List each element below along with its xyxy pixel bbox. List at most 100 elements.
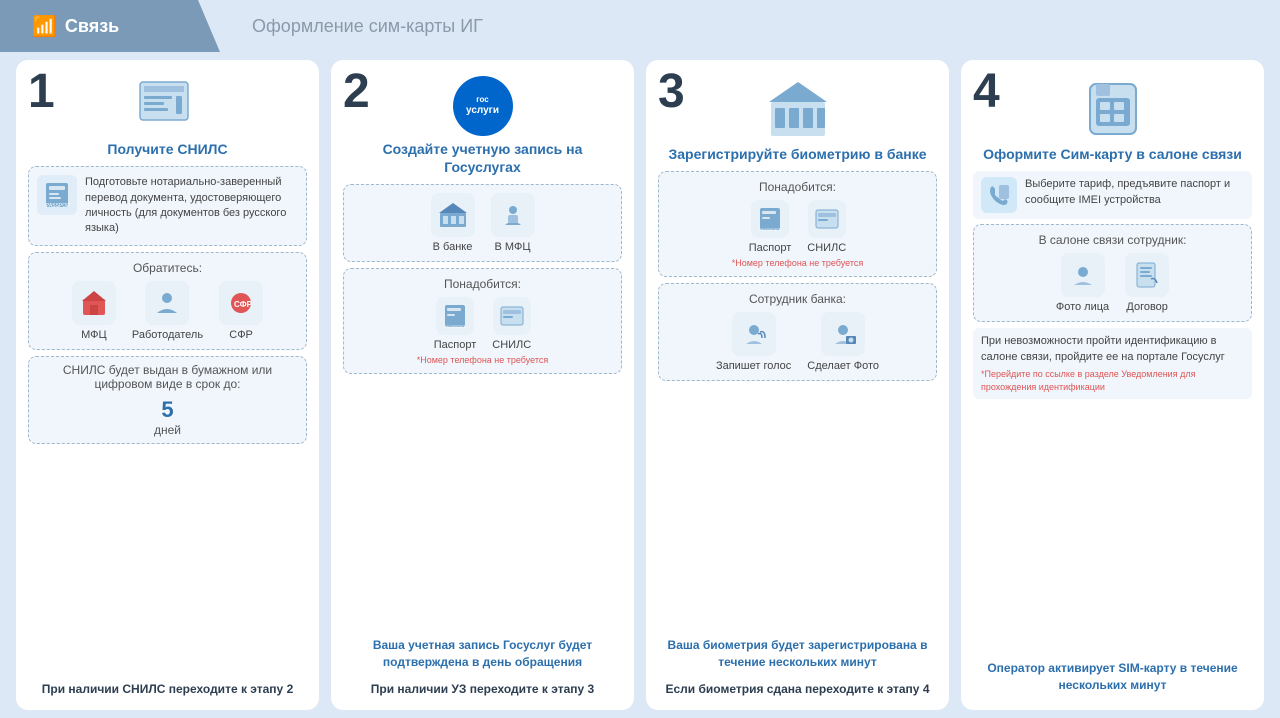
step-4-card: 4 Оформите Сим-карту в салоне связи Выбе… <box>961 60 1264 710</box>
hand-phone-icon <box>981 177 1017 213</box>
step-1-result-label: СНИЛС будет выдан в бумажном или цифрово… <box>35 363 300 391</box>
step-2-title: Создайте учетную запись на Госуслугах <box>343 140 622 176</box>
step-4-fail-section: При невозможности пройти идентификацию в… <box>973 328 1252 399</box>
step-3-need-label: Понадобится: <box>667 180 928 194</box>
step-2-card: 2 гос услуги Создайте учетную запись на … <box>331 60 634 710</box>
snils3-label: СНИЛС <box>807 242 846 254</box>
passport-icon: PASSPORT <box>37 175 77 215</box>
step-1-card: 1 Получите СНИЛС PASSPORT Подготовьте но… <box>16 60 319 710</box>
header: 📶 Связь Оформление сим-карты ИГ <box>0 0 1280 52</box>
step-3-card: 3 Зарегистрируйте биометрию в банке Пона… <box>646 60 949 710</box>
employer-label: Работодатель <box>132 329 203 341</box>
tab-svyaz[interactable]: 📶 Связь <box>0 0 220 52</box>
svg-text:PASSPORT: PASSPORT <box>444 324 466 329</box>
sfr-icon: СФР <box>219 281 263 325</box>
step-1-number: 1 <box>28 68 55 116</box>
snils-icon <box>132 76 204 136</box>
step-3-worker-label: Сотрудник банка: <box>667 292 928 306</box>
photo-icon <box>821 312 865 356</box>
doc-passport-3: PASSPORT Паспорт <box>749 200 792 254</box>
svg-text:PASSPORT: PASSPORT <box>759 227 781 232</box>
step-2-places-row: В банке В МФЦ <box>352 193 613 253</box>
main-content: 1 Получите СНИЛС PASSPORT Подготовьте но… <box>0 52 1280 718</box>
step-1-icon-area <box>28 76 307 136</box>
step-2-need-label: Понадобится: <box>352 277 613 291</box>
action-photo: Сделает Фото <box>807 312 879 372</box>
mfc2-label: В МФЦ <box>495 241 531 253</box>
step-4-title: Оформите Сим-карту в салоне связи <box>973 145 1252 163</box>
contact-sfr: СФР СФР <box>219 281 263 341</box>
voice-icon <box>732 312 776 356</box>
mfc-label: МФЦ <box>81 329 107 341</box>
step-1-footer: При наличии СНИЛС переходите к этапу 2 <box>28 676 307 698</box>
face-label: Фото лица <box>1056 301 1109 313</box>
snils3-icon <box>808 200 846 238</box>
step-1-contacts-section: Обратитесь: МФЦ Работодатель СФР <box>28 252 307 350</box>
sim-icon <box>1080 76 1145 141</box>
bank-large-icon <box>765 76 830 141</box>
employer-icon <box>145 281 189 325</box>
place-mfc: В МФЦ <box>491 193 535 253</box>
photo-label: Сделает Фото <box>807 360 879 372</box>
step-2-number: 2 <box>343 68 370 116</box>
step-4-instructions: Выберите тариф, предъявите паспорт и соо… <box>1025 177 1244 208</box>
passport3-label: Паспорт <box>749 242 792 254</box>
bank-building-icon <box>431 193 475 237</box>
step-1-days: 5 <box>35 397 300 423</box>
step-4-result: Оператор активирует SIM-карту в течение … <box>973 660 1252 694</box>
step-2-note: *Номер телефона не требуется <box>352 355 613 365</box>
svg-text:PASSPORT: PASSPORT <box>46 203 71 209</box>
snils2-label: СНИЛС <box>492 339 531 351</box>
action-voice: Запишет голос <box>716 312 791 372</box>
snils2-icon <box>493 297 531 335</box>
bank-label: В банке <box>433 241 473 253</box>
place-bank: В банке <box>431 193 475 253</box>
step-1-contact-label: Обратитесь: <box>37 261 298 275</box>
step-3-icon-area <box>658 76 937 141</box>
contact-employer: Работодатель <box>132 281 203 341</box>
step-4-fail-text: При невозможности пройти идентификацию в… <box>981 334 1244 365</box>
face-photo-icon <box>1061 253 1105 297</box>
salon-contract: Договор <box>1125 253 1169 313</box>
mfc-person-icon <box>491 193 535 237</box>
step-4-instructions-section: Выберите тариф, предъявите паспорт и соо… <box>973 171 1252 219</box>
step-2-docs-row: PASSPORT Паспорт СНИЛС <box>352 297 613 351</box>
tab-simcard[interactable]: Оформление сим-карты ИГ <box>220 0 515 52</box>
step-3-number: 3 <box>658 68 685 116</box>
wifi-icon: 📶 <box>32 14 57 39</box>
contract-label: Договор <box>1126 301 1168 313</box>
step-3-spacer <box>658 387 937 637</box>
passport2-label: Паспорт <box>434 339 477 351</box>
step-1-doc-section: PASSPORT Подготовьте нотариально-заверен… <box>28 166 307 246</box>
mfc-icon <box>72 281 116 325</box>
step-4-salon-row: Фото лица Договор <box>982 253 1243 313</box>
sfr-label: СФР <box>229 329 253 341</box>
step-3-worker-section: Сотрудник банка: Запишет голос Сделает Ф… <box>658 283 937 381</box>
step-3-docs-row: PASSPORT Паспорт СНИЛС <box>667 200 928 254</box>
doc-passport-2: PASSPORT Паспорт <box>434 297 477 351</box>
step-4-number: 4 <box>973 68 1000 116</box>
step-4-note: *Перейдите по ссылке в разделе Уведомлен… <box>981 368 1244 393</box>
voice-label: Запишет голос <box>716 360 791 372</box>
step-3-result: Ваша биометрия будет зарегистрирована в … <box>658 637 937 671</box>
tab-simcard-label: Оформление сим-карты ИГ <box>252 16 483 37</box>
step-2-icon-area: гос услуги <box>343 76 622 136</box>
step-3-need-section: Понадобится: PASSPORT Паспорт СНИЛС *Ном… <box>658 171 937 277</box>
passport2-icon: PASSPORT <box>436 297 474 335</box>
step-4-salon-section: В салоне связи сотрудник: Фото лица Дого… <box>973 224 1252 322</box>
step-3-actions-row: Запишет голос Сделает Фото <box>667 312 928 372</box>
step-1-days-section: СНИЛС будет выдан в бумажном или цифрово… <box>28 356 307 444</box>
step-3-title: Зарегистрируйте биометрию в банке <box>658 145 937 163</box>
step-2-result: Ваша учетная запись Госуслуг будет подтв… <box>343 637 622 671</box>
step-2-need-section: Понадобится: PASSPORT Паспорт СНИЛС *Ном… <box>343 268 622 374</box>
step-1-title: Получите СНИЛС <box>28 140 307 158</box>
step-2-places-section: В банке В МФЦ <box>343 184 622 262</box>
step-4-salon-label: В салоне связи сотрудник: <box>982 233 1243 247</box>
step-2-spacer <box>343 380 622 636</box>
doc-snils-3: СНИЛС <box>807 200 846 254</box>
passport3-icon: PASSPORT <box>751 200 789 238</box>
contact-mfc: МФЦ <box>72 281 116 341</box>
step-1-contacts-row: МФЦ Работодатель СФР СФР <box>37 281 298 341</box>
step-1-doc-text: Подготовьте нотариально-заверенный перев… <box>85 175 298 237</box>
svg-text:СФР: СФР <box>234 300 253 309</box>
